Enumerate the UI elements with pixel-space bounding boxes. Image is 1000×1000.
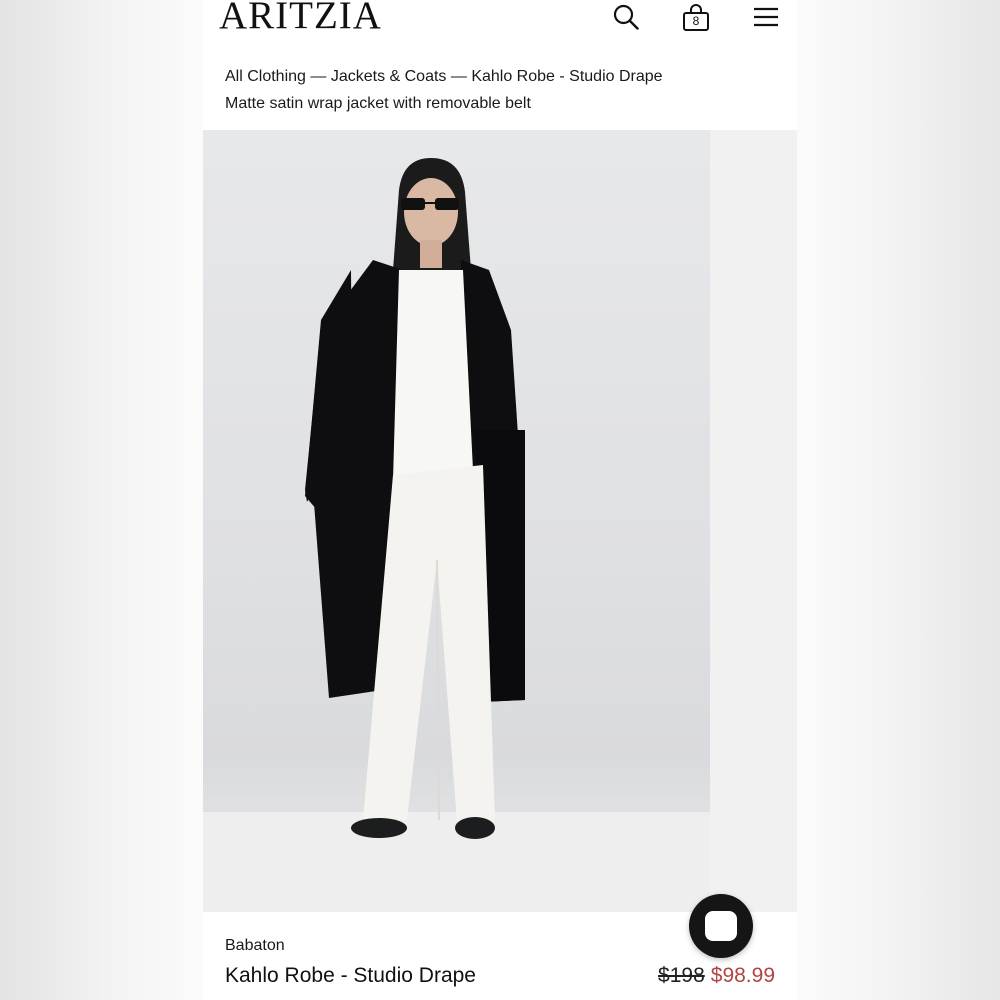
- model-illustration: [305, 158, 525, 839]
- product-image[interactable]: [203, 130, 710, 912]
- search-icon: [613, 4, 639, 30]
- menu-icon: [754, 7, 778, 27]
- product-page: ARITZIA 8 All Clothing — Jackets & Coats…: [203, 0, 797, 1000]
- search-button[interactable]: [611, 0, 641, 34]
- chat-bubble-icon: [705, 911, 737, 941]
- menu-button[interactable]: [751, 0, 781, 34]
- product-name: Kahlo Robe - Studio Drape: [225, 964, 476, 987]
- aritzia-logo[interactable]: ARITZIA: [219, 0, 382, 38]
- product-brand[interactable]: Babaton: [225, 936, 285, 956]
- sale-price: $98.99: [710, 964, 775, 987]
- original-price: $198: [658, 964, 705, 987]
- breadcrumb[interactable]: All Clothing — Jackets & Coats — Kahlo R…: [225, 67, 663, 87]
- next-image-preview[interactable]: [710, 130, 797, 912]
- chat-button[interactable]: [689, 894, 753, 958]
- product-price: $198 $98.99: [658, 963, 775, 989]
- bag-count-badge: 8: [692, 14, 700, 28]
- product-subtitle: Matte satin wrap jacket with removable b…: [225, 95, 531, 112]
- site-header: ARITZIA 8: [203, 0, 797, 40]
- shopping-bag-button[interactable]: 8: [681, 0, 711, 34]
